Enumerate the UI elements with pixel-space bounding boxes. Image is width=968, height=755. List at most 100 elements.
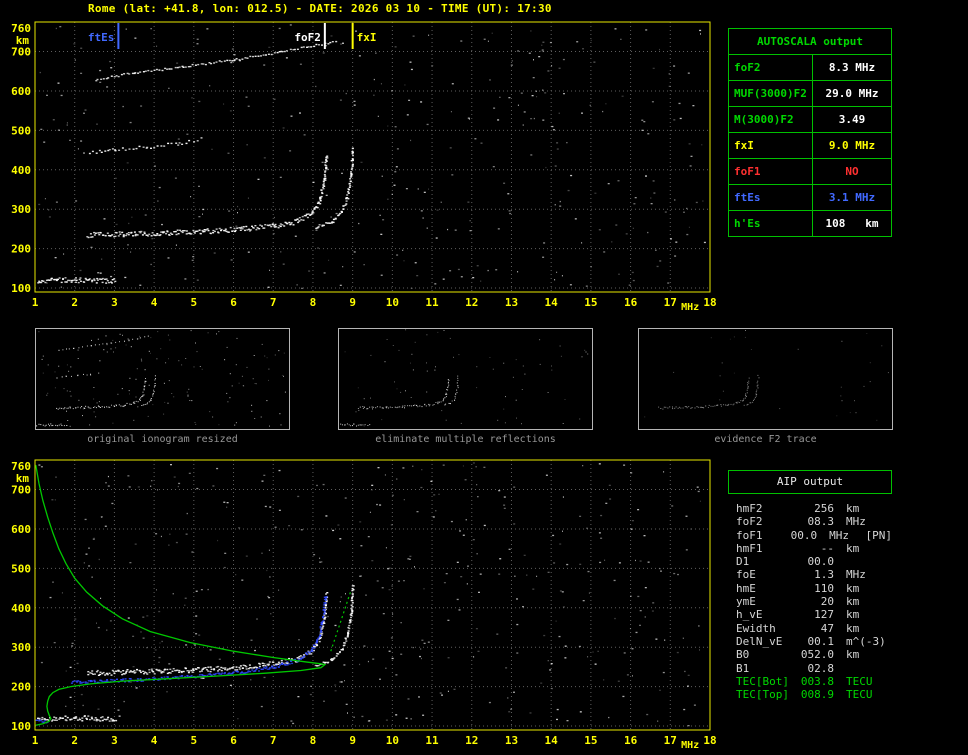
aip-row: hmE 110 km: [736, 582, 892, 595]
svg-text:5: 5: [191, 296, 198, 309]
thumbnail-caption-evidence: evidence F2 trace: [714, 434, 817, 445]
svg-text:17: 17: [664, 296, 677, 309]
svg-text:500: 500: [11, 124, 31, 137]
aip-row: D1 00.0: [736, 555, 892, 568]
autoscala-row: M(3000)F2 3.49: [729, 106, 891, 132]
svg-text:400: 400: [11, 164, 31, 177]
svg-text:3: 3: [111, 296, 118, 309]
thumbnail-original-ionogram-plot: [36, 330, 286, 427]
svg-text:8: 8: [310, 734, 317, 747]
aip-row: foF2 08.3 MHz: [736, 515, 892, 528]
svg-text:13: 13: [505, 296, 518, 309]
svg-text:200: 200: [11, 243, 31, 256]
svg-text:600: 600: [11, 85, 31, 98]
autoscala-row: fxI 9.0 MHz: [729, 132, 891, 158]
svg-text:4: 4: [151, 296, 158, 309]
plot-border: [34, 21, 711, 293]
svg-text:12: 12: [465, 734, 478, 747]
autoscala-parameter-label: ftEs: [729, 185, 813, 210]
aip-parameter-name: h_vE: [736, 608, 763, 622]
aip-parameter-unit: [846, 555, 890, 568]
plot-border: [34, 459, 711, 731]
svg-text:7: 7: [270, 296, 277, 309]
aip-row: foE 1.3 MHz: [736, 568, 892, 581]
aip-parameter-value: 00.1: [807, 634, 835, 648]
svg-text:300: 300: [11, 203, 31, 216]
aip-parameter-unit: MHz: [846, 568, 866, 582]
aip-row: foF1 00.0 MHz [PN]: [736, 529, 892, 542]
svg-text:700: 700: [11, 484, 31, 497]
aip-panel-title: AIP output: [728, 470, 892, 494]
aip-row: hmF1 -- km: [736, 542, 892, 555]
autoscala-row: h'Es 108 km: [729, 210, 891, 236]
aip-parameter-name: foF1: [736, 528, 763, 542]
autoscala-parameter-value: 3.49: [838, 113, 866, 126]
autoscala-parameter-label: MUF(3000)F2: [729, 81, 813, 106]
aip-parameter-name: TEC[Bot]: [736, 674, 789, 688]
svg-text:9: 9: [349, 296, 356, 309]
aip-parameter-unit: km: [846, 608, 860, 622]
autoscala-parameter-value: 9.0 MHz: [828, 139, 876, 152]
aip-row: B1 02.8: [736, 662, 892, 675]
aip-parameter-unit: km: [846, 581, 860, 595]
svg-text:12: 12: [465, 296, 478, 309]
echo-traces: [37, 40, 354, 284]
marker-label-foF2: foF2: [294, 31, 321, 44]
autoscala-parameter-value: NO: [845, 165, 859, 178]
aip-output-panel: AIP output hmF2 256 km foF2 08.3 MHz foF…: [728, 470, 892, 701]
autoscala-window: Rome (lat: +41.8, lon: 012.5) - DATE: 20…: [0, 0, 968, 755]
aip-parameter-name: DelN_vE: [736, 634, 783, 648]
svg-text:700: 700: [11, 46, 31, 59]
aip-parameter-value: 02.8: [807, 661, 835, 675]
aip-parameter-value: 20: [820, 595, 834, 609]
aip-parameter-name: foE: [736, 568, 756, 582]
svg-text:500: 500: [11, 562, 31, 575]
autoscala-row: foF2 8.3 MHz: [729, 54, 891, 80]
svg-text:8: 8: [310, 296, 317, 309]
aip-parameter-unit: TECU: [846, 688, 873, 702]
autoscala-parameter-value: 3.1 MHz: [828, 191, 876, 204]
marker-label-fxI: fxI: [357, 31, 377, 44]
thumbnail-caption-original: original ionogram resized: [87, 434, 238, 445]
aip-row: TEC[Bot] 003.8 TECU: [736, 675, 892, 688]
thumbnail-caption-eliminate: eliminate multiple reflections: [375, 434, 556, 445]
aip-parameter-name: B0: [736, 648, 750, 662]
aip-parameter-name: hmE: [736, 581, 756, 595]
aip-row: hmF2 256 km: [736, 502, 892, 515]
grid: [35, 22, 710, 292]
svg-text:2: 2: [71, 296, 78, 309]
bottom-ionogram-chart: 1 2 3 4 5 6 7 8 9 10 11 12 13 14 15 16 17 18MHz7607006005…: [11, 459, 717, 751]
echo-traces: [35, 585, 355, 724]
aip-parameter-unit: km: [846, 595, 860, 609]
thumbnail-original-ionogram: [35, 328, 290, 430]
thumbnail-evidence-f2: [638, 328, 893, 430]
aip-parameter-flag: [PN]: [865, 528, 892, 542]
aip-parameter-name: foF2: [736, 515, 763, 529]
autoscala-parameter-label: M(3000)F2: [729, 107, 813, 132]
aip-parameter-value: 1.3: [814, 568, 834, 582]
svg-text:6: 6: [230, 296, 237, 309]
aip-parameter-unit: MHz: [829, 528, 849, 542]
autoscala-row: MUF(3000)F2 29.0 MHz: [729, 80, 891, 106]
aip-parameter-unit: m^(-3): [846, 634, 886, 648]
noise-dots: [38, 462, 701, 727]
aip-row: ymE 20 km: [736, 595, 892, 608]
aip-parameter-value: 256: [814, 502, 834, 515]
aip-row: h_vE 127 km: [736, 608, 892, 621]
thumbnail-eliminate-reflections-plot: [340, 329, 589, 427]
x-axis-unit: MHz: [681, 302, 699, 313]
autoscala-row: foF1 NO: [729, 158, 891, 184]
svg-text:1: 1: [32, 734, 39, 747]
aip-parameter-unit: km: [846, 502, 860, 515]
svg-text:9: 9: [349, 734, 356, 747]
svg-text:200: 200: [11, 681, 31, 694]
svg-text:15: 15: [584, 296, 597, 309]
svg-text:5: 5: [191, 734, 198, 747]
svg-text:300: 300: [11, 641, 31, 654]
autoscala-parameter-label: fxI: [729, 133, 813, 158]
aip-parameter-name: D1: [736, 555, 750, 569]
aip-parameter-unit: km: [846, 621, 860, 635]
aip-parameter-unit: [846, 662, 890, 675]
aip-parameter-unit: km: [846, 541, 860, 555]
svg-text:10: 10: [386, 734, 399, 747]
